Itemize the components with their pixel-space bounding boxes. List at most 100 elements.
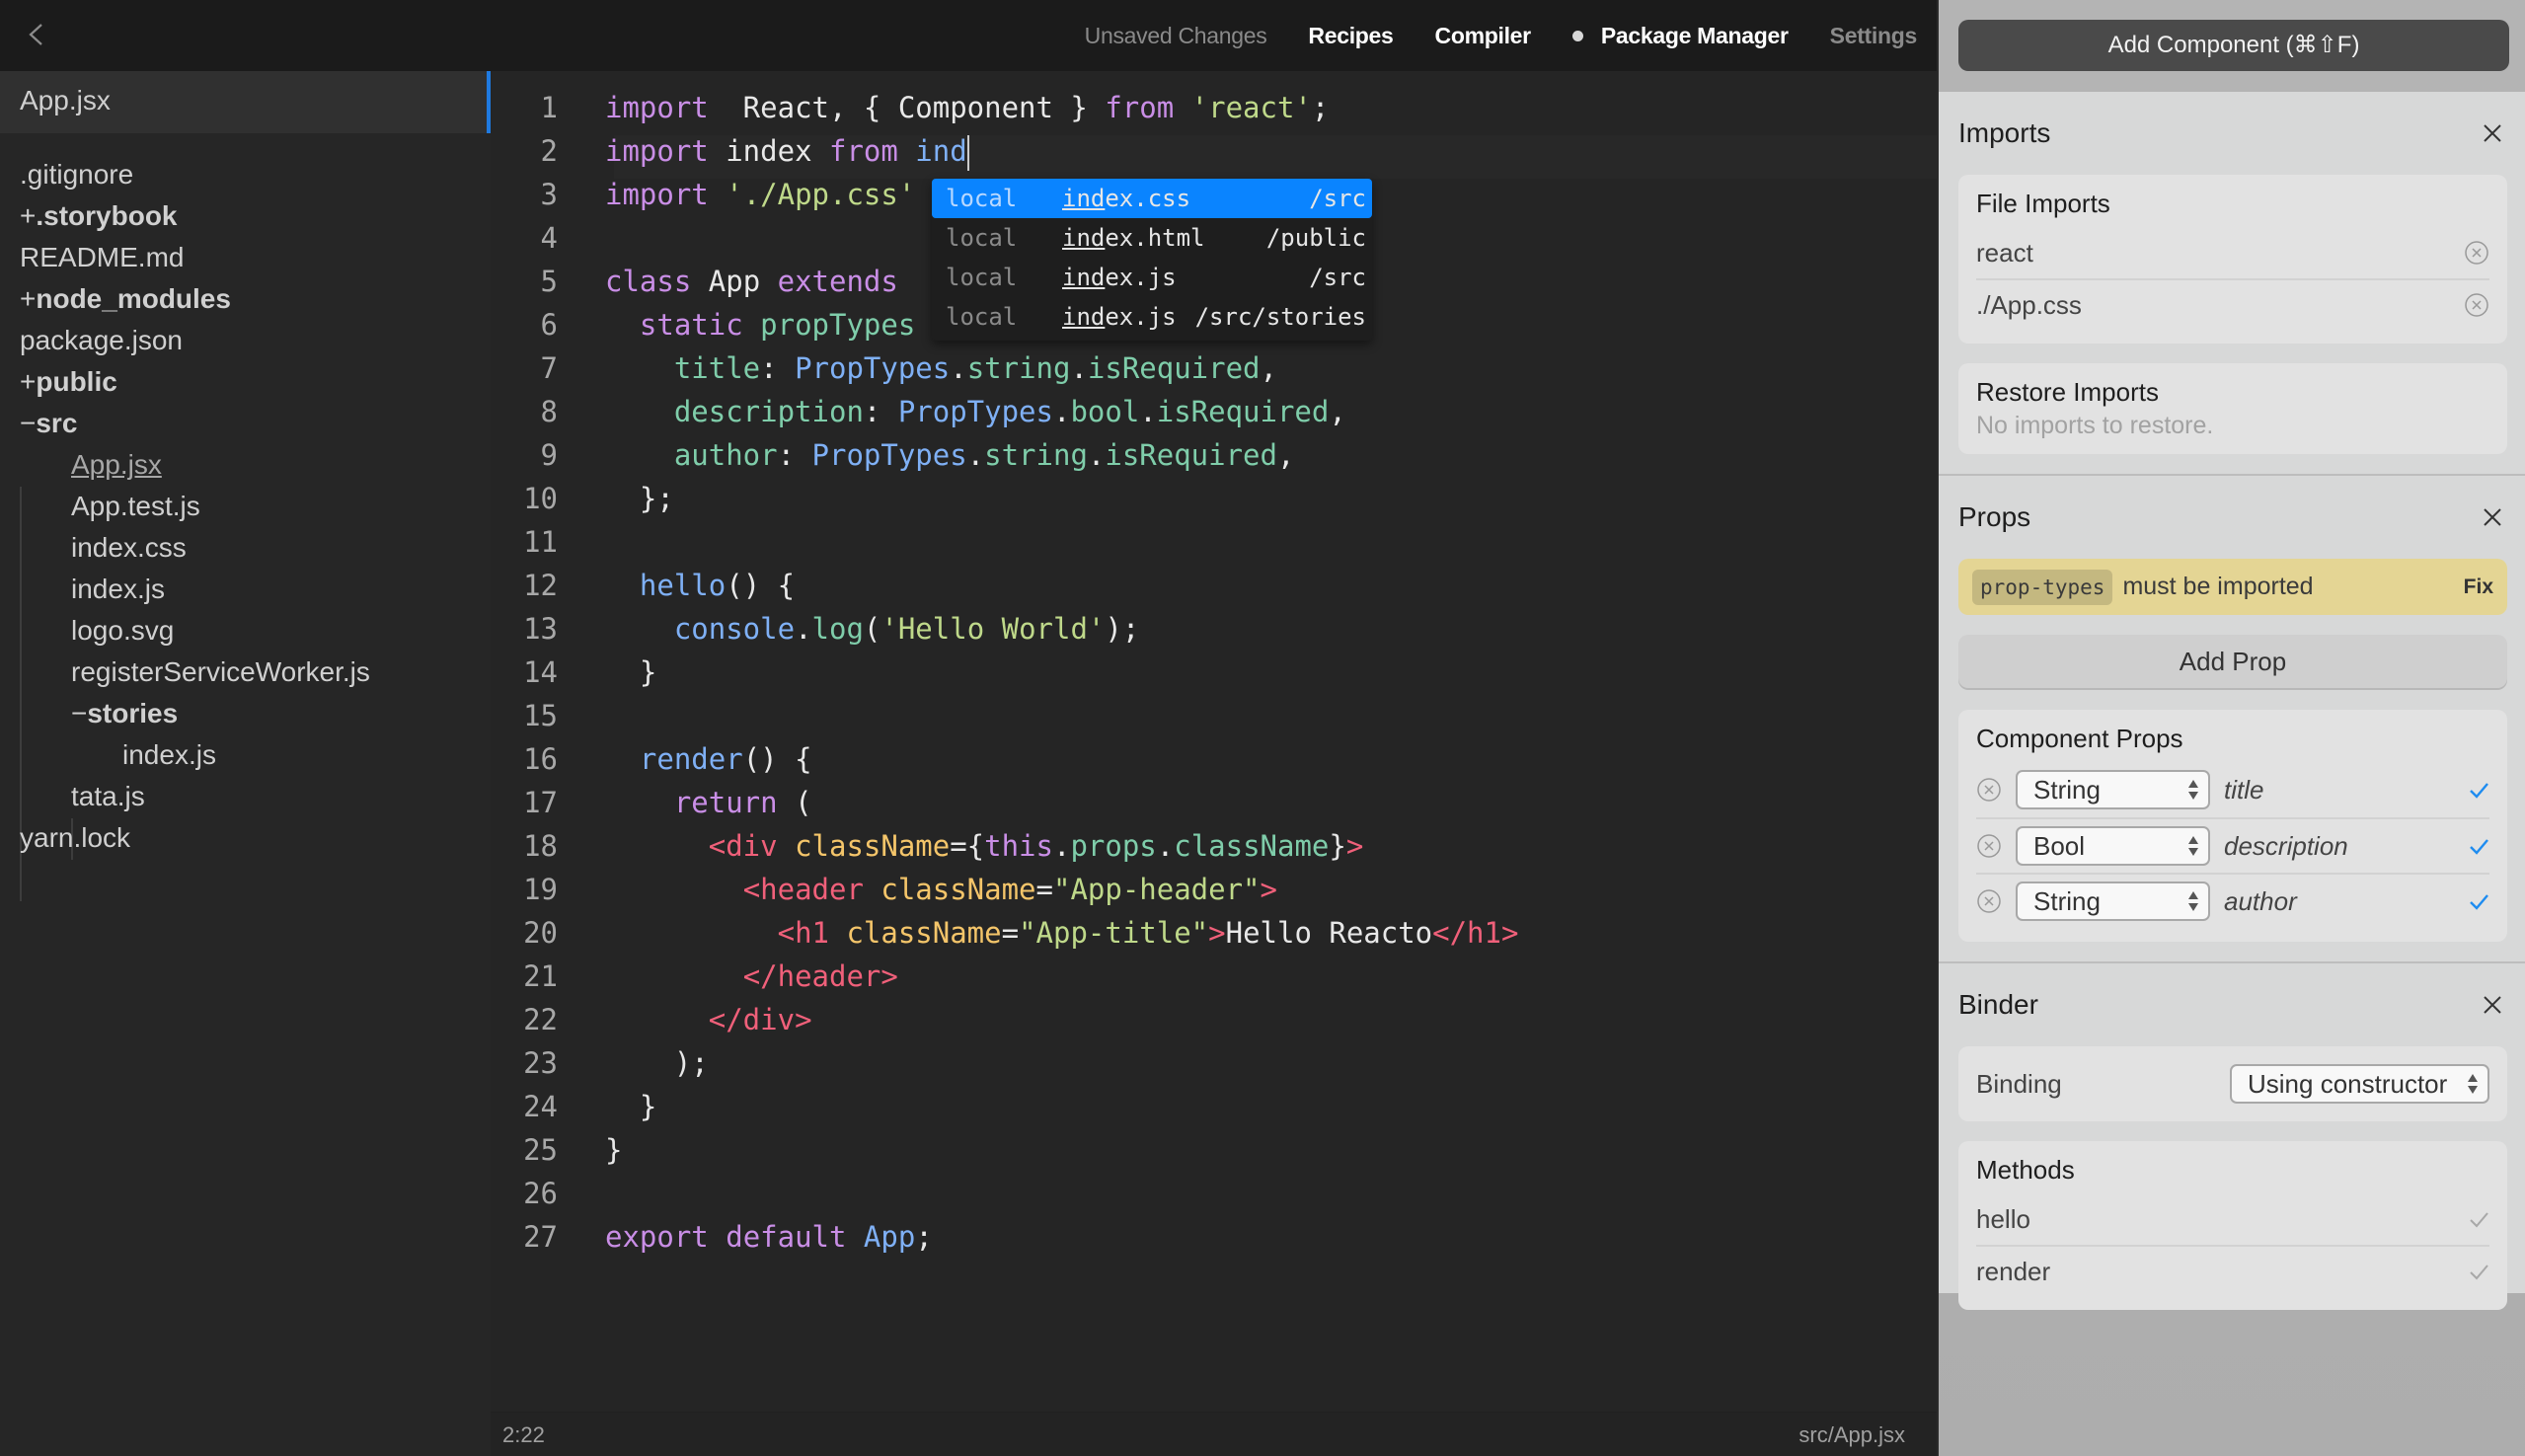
code-editor[interactable]: 1 import React, { Component } from 'react…: [491, 71, 1937, 1412]
nav-recipes[interactable]: Recipes: [1308, 23, 1393, 49]
line-number: 6: [540, 308, 558, 342]
tree-folder[interactable]: −src: [20, 403, 370, 444]
code-token: }: [605, 1090, 657, 1123]
completion-path: /src: [1309, 264, 1366, 291]
tree-file[interactable]: yarn.lock: [20, 817, 370, 859]
binding-card: Binding Using constructor: [1958, 1046, 2507, 1121]
tree-file[interactable]: package.json: [20, 320, 370, 361]
tree-file[interactable]: index.css: [20, 527, 370, 569]
tree-folder[interactable]: +.storybook: [20, 195, 370, 237]
remove-circle-icon[interactable]: [1976, 833, 2002, 859]
tree-folder[interactable]: +node_modules: [20, 278, 370, 320]
prop-type-value: String: [2033, 885, 2101, 916]
open-file-name: App.jsx: [20, 85, 111, 115]
file-tree: .gitignore +.storybook README.md +node_modu…: [20, 154, 370, 859]
line-number: 25: [523, 1133, 558, 1167]
remove-circle-icon[interactable]: [1976, 777, 2002, 803]
code-token: App: [691, 265, 778, 298]
prop-type-select[interactable]: Bool: [2016, 826, 2210, 866]
tree-item-label: public: [36, 366, 117, 397]
checkmark-icon[interactable]: [2468, 835, 2489, 857]
autocomplete-item[interactable]: local index.css/src: [932, 179, 1372, 218]
add-prop-button[interactable]: Add Prop: [1958, 635, 2507, 688]
autocomplete-item[interactable]: local index.html/public: [932, 218, 1372, 258]
tree-file[interactable]: App.test.js: [20, 486, 370, 527]
checkmark-icon[interactable]: [2468, 1261, 2489, 1282]
prop-type-select[interactable]: String: [2016, 881, 2210, 921]
code-line: 22 </div>: [491, 998, 1518, 1041]
code-token: isRequired: [1156, 395, 1330, 428]
add-component-button[interactable]: Add Component (⌘⇧F): [1958, 20, 2509, 71]
line-source: import React, { Component } from 'react'…: [558, 86, 1329, 129]
tree-folder[interactable]: +public: [20, 361, 370, 403]
close-icon[interactable]: [2478, 118, 2507, 148]
back-button[interactable]: [22, 20, 51, 49]
checkmark-icon[interactable]: [2468, 1208, 2489, 1230]
checkmark-icon[interactable]: [2468, 890, 2489, 912]
close-icon[interactable]: [2478, 990, 2507, 1020]
code-token: title: [673, 351, 761, 385]
section-title: Props: [1958, 501, 2031, 532]
prop-type-select[interactable]: String: [2016, 770, 2210, 809]
close-icon[interactable]: [2478, 502, 2507, 532]
binding-select[interactable]: Using constructor: [2230, 1064, 2489, 1104]
line-source: title: PropTypes.string.isRequired,: [558, 346, 1277, 390]
code-token: return: [673, 786, 778, 819]
code-line: 25}: [491, 1128, 1518, 1172]
code-line: 10 };: [491, 477, 1518, 520]
open-file-tab[interactable]: App.jsx: [0, 71, 491, 133]
tree-file[interactable]: .gitignore: [20, 154, 370, 195]
remove-circle-icon[interactable]: [1976, 888, 2002, 914]
nav-unsaved-changes[interactable]: Unsaved Changes: [1085, 23, 1267, 49]
fix-button[interactable]: Fix: [2464, 575, 2493, 599]
autocomplete-item[interactable]: local index.js/src/stories: [932, 297, 1372, 337]
checkmark-icon[interactable]: [2468, 779, 2489, 801]
tree-file[interactable]: index.js: [20, 734, 370, 776]
remove-circle-icon[interactable]: [2464, 240, 2489, 266]
tree-file[interactable]: registerServiceWorker.js: [20, 651, 370, 693]
prop-row: Bool description: [1976, 817, 2489, 873]
code-token: ;: [915, 1220, 933, 1254]
tree-file[interactable]: tata.js: [20, 776, 370, 817]
completion-name: index.js: [1062, 264, 1309, 291]
code-token: ;: [1311, 91, 1330, 124]
code-token: <header: [742, 873, 864, 906]
tree-file[interactable]: index.js: [20, 569, 370, 610]
code-token: </div>: [708, 1003, 812, 1036]
tree-item-label: registerServiceWorker.js: [71, 656, 370, 687]
line-source: }: [558, 1128, 622, 1172]
tree-file[interactable]: logo.svg: [20, 610, 370, 651]
nav-settings[interactable]: Settings: [1830, 23, 1918, 49]
code-line: 16 render() {: [491, 737, 1518, 781]
line-number: 26: [523, 1177, 558, 1210]
line-number: 7: [540, 351, 558, 385]
code-token: }: [1329, 829, 1346, 863]
code-token: .: [1070, 351, 1088, 385]
autocomplete-item[interactable]: local index.js/src: [932, 258, 1372, 297]
line-number: 1: [540, 91, 558, 124]
code-line: 8 description: PropTypes.bool.isRequired…: [491, 390, 1518, 433]
nav-package-manager[interactable]: Package Manager: [1571, 23, 1789, 49]
method-row[interactable]: render: [1976, 1245, 2489, 1296]
code-token: PropTypes: [795, 351, 951, 385]
methods-card: Methods hello render: [1958, 1141, 2507, 1310]
tree-folder[interactable]: −stories: [20, 693, 370, 734]
code-token: >: [1345, 829, 1364, 863]
code-token: from: [1105, 91, 1175, 124]
code-line: 27 export default App;: [491, 1215, 1518, 1259]
tree-file[interactable]: README.md: [20, 237, 370, 278]
code-token: </h1>: [1432, 916, 1519, 950]
code-token: <div: [708, 829, 778, 863]
completion-match: ind: [1062, 303, 1106, 331]
tree-item-label: stories: [87, 698, 179, 728]
code-token: 'Hello World': [880, 612, 1106, 646]
code-token: import: [605, 91, 709, 124]
prop-row: String title: [1976, 762, 2489, 817]
tree-file[interactable]: App.jsx: [20, 444, 370, 486]
code-token: props: [1070, 829, 1157, 863]
remove-circle-icon[interactable]: [2464, 292, 2489, 318]
nav-compiler[interactable]: Compiler: [1435, 23, 1532, 49]
method-row[interactable]: hello: [1976, 1193, 2489, 1245]
